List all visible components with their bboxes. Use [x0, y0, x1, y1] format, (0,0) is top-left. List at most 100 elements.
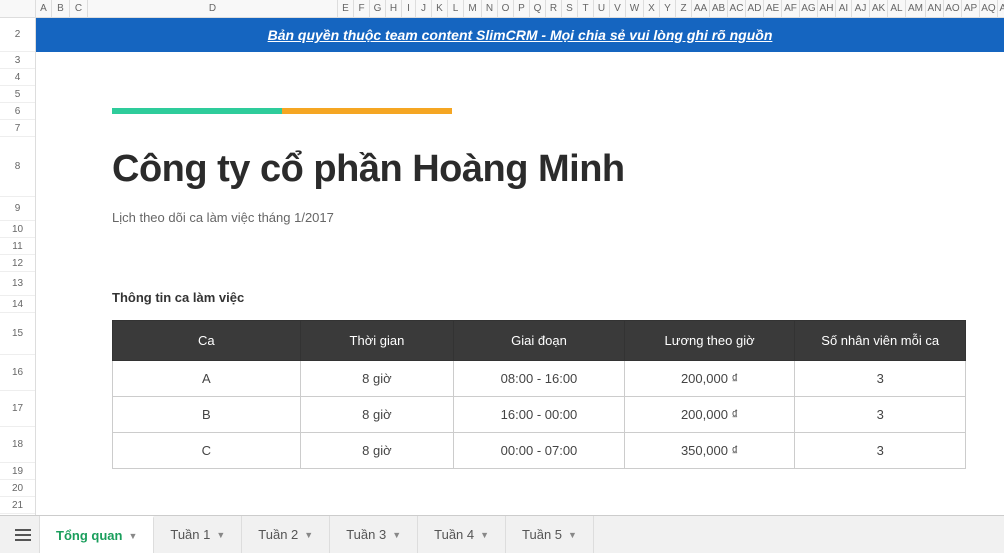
column-header[interactable]: C: [70, 0, 88, 17]
cell[interactable]: 8 giờ: [300, 397, 454, 433]
column-header[interactable]: AP: [962, 0, 980, 17]
table-row[interactable]: A 8 giờ 08:00 - 16:00 200,000 ₫ 3: [113, 361, 966, 397]
row-header[interactable]: 3: [0, 52, 35, 69]
all-sheets-button[interactable]: [6, 516, 40, 553]
column-header[interactable]: AC: [728, 0, 746, 17]
cell[interactable]: 3: [795, 433, 966, 469]
row-header[interactable]: 14: [0, 296, 35, 313]
column-header[interactable]: M: [464, 0, 482, 17]
row-header[interactable]: 5: [0, 86, 35, 103]
row-header[interactable]: 4: [0, 69, 35, 86]
col-thoigian[interactable]: Thời gian: [300, 321, 454, 361]
cell[interactable]: 16:00 - 00:00: [454, 397, 625, 433]
column-header[interactable]: AJ: [852, 0, 870, 17]
column-header[interactable]: V: [610, 0, 626, 17]
column-header[interactable]: AB: [710, 0, 728, 17]
column-header[interactable]: A: [36, 0, 52, 17]
column-header[interactable]: R: [546, 0, 562, 17]
column-header[interactable]: S: [562, 0, 578, 17]
column-header[interactable]: B: [52, 0, 70, 17]
cell[interactable]: 00:00 - 07:00: [454, 433, 625, 469]
column-header[interactable]: X: [644, 0, 660, 17]
column-header[interactable]: AR: [998, 0, 1004, 17]
row-header[interactable]: 2: [0, 18, 35, 52]
column-header[interactable]: U: [594, 0, 610, 17]
column-header[interactable]: D: [88, 0, 338, 17]
sheet-tab[interactable]: Tuần 3▼: [330, 516, 418, 553]
column-header[interactable]: T: [578, 0, 594, 17]
cell[interactable]: 8 giờ: [300, 361, 454, 397]
table-row[interactable]: C 8 giờ 00:00 - 07:00 350,000 ₫ 3: [113, 433, 966, 469]
column-header[interactable]: AQ: [980, 0, 998, 17]
sheet-tab-label: Tổng quan: [56, 528, 122, 543]
cell[interactable]: 3: [795, 397, 966, 433]
cell[interactable]: A: [113, 361, 301, 397]
column-header[interactable]: AF: [782, 0, 800, 17]
col-ca[interactable]: Ca: [113, 321, 301, 361]
column-header[interactable]: F: [354, 0, 370, 17]
column-headers: ABCDEFGHIJKLMNOPQRSTUVWXYZAAABACADAEAFAG…: [0, 0, 1004, 18]
row-header[interactable]: 10: [0, 221, 35, 238]
column-header[interactable]: P: [514, 0, 530, 17]
row-header[interactable]: 8: [0, 137, 35, 197]
col-nhanvien[interactable]: Số nhân viên mỗi ca: [795, 321, 966, 361]
row-header[interactable]: 12: [0, 255, 35, 272]
cell[interactable]: 08:00 - 16:00: [454, 361, 625, 397]
column-header[interactable]: K: [432, 0, 448, 17]
cell[interactable]: 3: [795, 361, 966, 397]
row-header[interactable]: 17: [0, 391, 35, 427]
column-header[interactable]: AM: [906, 0, 926, 17]
column-header[interactable]: I: [402, 0, 416, 17]
table-header-row: Ca Thời gian Giai đoạn Lương theo giờ Số…: [113, 321, 966, 361]
column-header[interactable]: Y: [660, 0, 676, 17]
table-row[interactable]: B 8 giờ 16:00 - 00:00 200,000 ₫ 3: [113, 397, 966, 433]
cell[interactable]: C: [113, 433, 301, 469]
column-header[interactable]: AH: [818, 0, 836, 17]
sheet-tab[interactable]: Tuần 2▼: [242, 516, 330, 553]
column-header[interactable]: AG: [800, 0, 818, 17]
row-header[interactable]: 7: [0, 120, 35, 137]
row-header[interactable]: 6: [0, 103, 35, 120]
column-header[interactable]: Z: [676, 0, 692, 17]
column-header[interactable]: Q: [530, 0, 546, 17]
row-header[interactable]: 21: [0, 497, 35, 514]
column-header[interactable]: AN: [926, 0, 944, 17]
column-header[interactable]: G: [370, 0, 386, 17]
sheet-tab[interactable]: Tuần 5▼: [506, 516, 594, 553]
copyright-link[interactable]: Bản quyền thuộc team content SlimCRM - M…: [268, 27, 773, 43]
cell[interactable]: 200,000 ₫: [624, 361, 795, 397]
column-header[interactable]: AD: [746, 0, 764, 17]
column-header[interactable]: AA: [692, 0, 710, 17]
sheet-content[interactable]: Bản quyền thuộc team content SlimCRM - M…: [36, 18, 1004, 515]
column-header[interactable]: W: [626, 0, 644, 17]
row-header[interactable]: 20: [0, 480, 35, 497]
row-header[interactable]: 15: [0, 313, 35, 355]
row-header[interactable]: 9: [0, 197, 35, 221]
column-header[interactable]: J: [416, 0, 432, 17]
column-header[interactable]: E: [338, 0, 354, 17]
col-giaidoan[interactable]: Giai đoạn: [454, 321, 625, 361]
row-header[interactable]: 19: [0, 463, 35, 480]
col-luong[interactable]: Lương theo giờ: [624, 321, 795, 361]
column-header[interactable]: AL: [888, 0, 906, 17]
sheet-tab[interactable]: Tổng quan▼: [40, 516, 154, 553]
column-header[interactable]: H: [386, 0, 402, 17]
cell[interactable]: 350,000 ₫: [624, 433, 795, 469]
column-header[interactable]: AO: [944, 0, 962, 17]
select-all-cell[interactable]: [0, 0, 36, 17]
cell[interactable]: B: [113, 397, 301, 433]
row-header[interactable]: 11: [0, 238, 35, 255]
sheet-tab[interactable]: Tuần 1▼: [154, 516, 242, 553]
column-header[interactable]: N: [482, 0, 498, 17]
cell[interactable]: 8 giờ: [300, 433, 454, 469]
column-header[interactable]: O: [498, 0, 514, 17]
row-header[interactable]: 16: [0, 355, 35, 391]
row-header[interactable]: 18: [0, 427, 35, 463]
column-header[interactable]: AE: [764, 0, 782, 17]
cell[interactable]: 200,000 ₫: [624, 397, 795, 433]
row-header[interactable]: 13: [0, 272, 35, 296]
sheet-tab[interactable]: Tuần 4▼: [418, 516, 506, 553]
column-header[interactable]: AI: [836, 0, 852, 17]
column-header[interactable]: L: [448, 0, 464, 17]
column-header[interactable]: AK: [870, 0, 888, 17]
